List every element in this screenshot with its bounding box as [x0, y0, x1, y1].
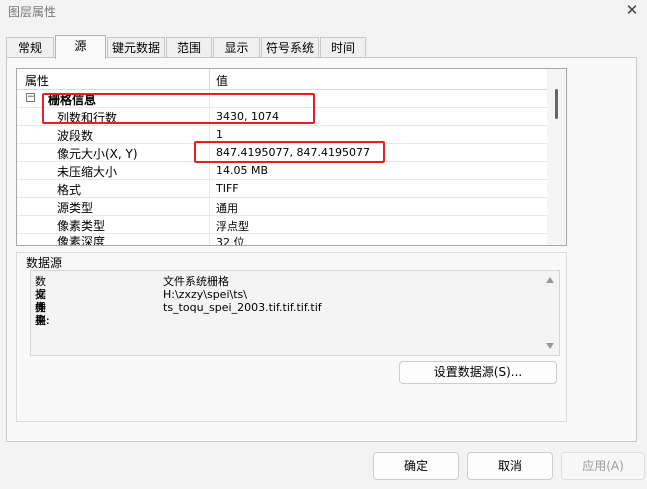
- column-divider[interactable]: [209, 69, 210, 89]
- tab-extent[interactable]: 范围: [166, 37, 212, 57]
- property-value: 14.05 MB: [216, 164, 269, 177]
- property-name: 波段数: [57, 129, 94, 143]
- datasource-value: 文件系统栅格: [163, 275, 229, 288]
- datasource-key: 栅格:: [35, 301, 50, 327]
- window-title: 图层属性: [8, 5, 57, 19]
- tab-symbology[interactable]: 符号系统: [261, 37, 319, 57]
- cell-divider: [209, 180, 210, 197]
- tab-display[interactable]: 显示: [213, 37, 260, 57]
- datasource-info-box: 数据类型: 文件系统栅格 文件夹: H:\zxzy\spei\ts\ 栅格: t…: [30, 270, 560, 356]
- property-name: 像素深度: [57, 235, 106, 246]
- tab-source[interactable]: 源: [55, 35, 106, 59]
- apply-button[interactable]: 应用(A): [561, 452, 645, 480]
- cancel-button[interactable]: 取消: [467, 452, 553, 480]
- property-name: 未压缩大小: [57, 165, 118, 179]
- cell-divider: [209, 216, 210, 233]
- red-highlight-box: [194, 141, 385, 163]
- property-name: 格式: [57, 183, 82, 197]
- property-name: 像元大小(X, Y): [57, 147, 138, 161]
- collapse-icon[interactable]: −: [26, 93, 35, 102]
- property-row[interactable]: 未压缩大小 14.05 MB: [17, 162, 548, 180]
- scrollbar-thumb[interactable]: [555, 89, 558, 119]
- property-value: 通用: [216, 202, 238, 215]
- value-column-header[interactable]: 值: [216, 72, 228, 89]
- title-bar: 图层属性 ✕: [0, 0, 647, 28]
- datasource-label: 数据源: [25, 254, 64, 271]
- datasource-value: ts_toqu_spei_2003.tif.tif.tif.tif: [163, 301, 322, 314]
- ok-button[interactable]: 确定: [373, 452, 459, 480]
- property-row[interactable]: 格式 TIFF: [17, 180, 548, 198]
- cell-divider: [209, 232, 210, 245]
- property-name: 源类型: [57, 201, 94, 215]
- close-icon[interactable]: ✕: [617, 0, 647, 22]
- property-row[interactable]: 源类型 通用: [17, 198, 548, 216]
- scroll-up-icon[interactable]: [546, 277, 554, 283]
- cell-divider: [209, 162, 210, 179]
- cell-divider: [209, 198, 210, 215]
- property-value: 32 位: [216, 236, 245, 246]
- tab-general[interactable]: 常规: [6, 37, 54, 57]
- property-value: TIFF: [216, 182, 239, 195]
- tab-time[interactable]: 时间: [320, 37, 366, 57]
- property-row[interactable]: 像素深度 32 位: [17, 232, 548, 246]
- property-column-header[interactable]: 属性: [25, 72, 49, 89]
- property-value: 1: [216, 128, 223, 141]
- scroll-down-icon[interactable]: [546, 343, 554, 349]
- tab-key-metadata[interactable]: 键元数据: [107, 37, 165, 57]
- red-highlight-box: [42, 93, 315, 124]
- set-datasource-button[interactable]: 设置数据源(S)...: [399, 361, 557, 384]
- grid-header: 属性 值: [17, 69, 548, 90]
- datasource-value: H:\zxzy\spei\ts\: [163, 288, 247, 301]
- grid-scrollbar[interactable]: [547, 69, 566, 245]
- datasource-scrollbar[interactable]: [541, 271, 559, 355]
